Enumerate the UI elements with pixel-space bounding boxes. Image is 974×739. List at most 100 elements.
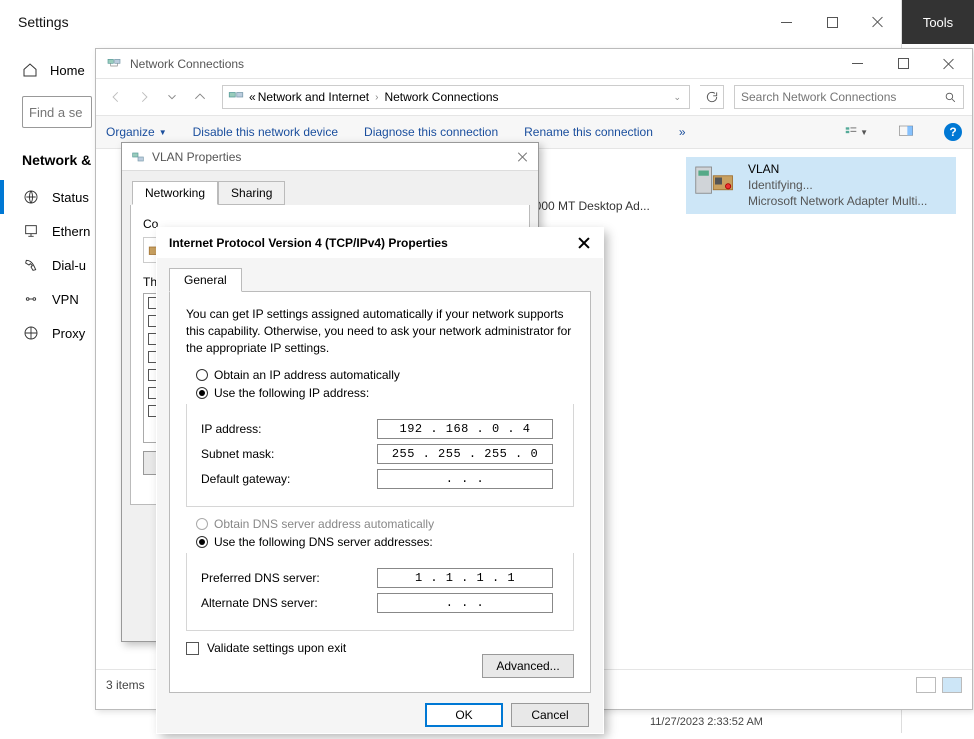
vlan-tab-sharing[interactable]: Sharing	[218, 181, 285, 205]
taskbar-fragment: 11/27/2023 2:33:52 AM	[590, 711, 974, 733]
advanced-button[interactable]: Advanced...	[482, 654, 574, 678]
refresh-button[interactable]	[700, 85, 724, 109]
preferred-dns-input[interactable]: 1 . 1 . 1 . 1	[377, 568, 553, 588]
radio-use-static-dns[interactable]: Use the following DNS server addresses:	[196, 535, 574, 549]
settings-search-input[interactable]	[29, 105, 85, 120]
settings-heading: Network &	[22, 152, 96, 168]
breadcrumb-seg-2[interactable]: Network Connections	[384, 90, 498, 104]
subnet-mask-input[interactable]: 255 . 255 . 255 . 0	[377, 444, 553, 464]
toolbar-organize[interactable]: Organize▼	[106, 125, 167, 139]
home-icon	[22, 62, 38, 78]
dns-group: Preferred DNS server: 1 . 1 . 1 . 1 Alte…	[186, 553, 574, 631]
sidebar-item-proxy[interactable]: Proxy	[0, 316, 96, 350]
default-gateway-input[interactable]: . . .	[377, 469, 553, 489]
nav-recent-button[interactable]	[160, 85, 184, 109]
radio-obtain-ip-auto[interactable]: Obtain an IP address automatically	[196, 368, 574, 382]
ip-address-label: IP address:	[201, 422, 377, 436]
explorer-minimize-button[interactable]	[834, 49, 880, 79]
adapter-name: VLAN	[748, 161, 927, 177]
dialup-icon	[22, 256, 40, 274]
nav-back-button[interactable]	[104, 85, 128, 109]
status-item-count: 3 items	[106, 678, 145, 692]
toolbar-view-dropdown[interactable]: ▼	[844, 122, 868, 142]
ipv4-frame: You can get IP settings assigned automat…	[169, 291, 591, 693]
close-button[interactable]	[855, 0, 901, 44]
ipv4-close-button[interactable]	[575, 234, 593, 252]
vlan-tab-networking[interactable]: Networking	[132, 181, 218, 205]
ip-group: IP address: 192 . 168 . 0 . 4 Subnet mas…	[186, 404, 574, 507]
breadcrumb-icon	[227, 88, 245, 106]
view-icons-button[interactable]	[942, 677, 962, 693]
explorer-search[interactable]	[734, 85, 964, 109]
chevron-down-icon: ▼	[159, 128, 167, 137]
sidebar-item-label: VPN	[52, 292, 79, 307]
explorer-titlebar: Network Connections	[96, 49, 972, 79]
breadcrumb[interactable]: « Network and Internet › Network Connect…	[222, 85, 690, 109]
tools-tab[interactable]: Tools	[902, 0, 974, 44]
view-details-button[interactable]	[916, 677, 936, 693]
maximize-button[interactable]	[809, 0, 855, 44]
toolbar-rename[interactable]: Rename this connection	[524, 125, 653, 139]
radio-use-static-ip[interactable]: Use the following IP address:	[196, 386, 574, 400]
adapter-vlan[interactable]: VLAN Identifying... Microsoft Network Ad…	[686, 157, 956, 214]
ethernet-icon	[22, 222, 40, 240]
network-icon	[130, 149, 146, 165]
toolbar-preview-pane[interactable]	[894, 122, 918, 142]
chevron-right-icon: ›	[375, 92, 378, 103]
vlan-titlebar: VLAN Properties	[122, 143, 538, 171]
search-icon	[944, 91, 957, 104]
sidebar-item-label: Dial-u	[52, 258, 86, 273]
breadcrumb-dropdown[interactable]: ⌄	[673, 92, 681, 103]
toolbar-diagnose[interactable]: Diagnose this connection	[364, 125, 498, 139]
minimize-button[interactable]	[763, 0, 809, 44]
default-gateway-label: Default gateway:	[201, 472, 377, 486]
ipv4-description: You can get IP settings assigned automat…	[186, 306, 574, 356]
validate-checkbox[interactable]	[186, 642, 199, 655]
ipv4-tab-general[interactable]: General	[169, 268, 242, 292]
alternate-dns-label: Alternate DNS server:	[201, 596, 377, 610]
explorer-title-text: Network Connections	[130, 57, 244, 71]
sidebar-item-vpn[interactable]: VPN	[0, 282, 96, 316]
vlan-title-text: VLAN Properties	[152, 150, 241, 164]
explorer-search-input[interactable]	[741, 90, 938, 104]
sidebar-item-ethernet[interactable]: Ethern	[0, 214, 96, 248]
ok-button[interactable]: OK	[425, 703, 503, 727]
help-button[interactable]: ?	[944, 123, 962, 141]
explorer-close-button[interactable]	[926, 49, 972, 79]
explorer-maximize-button[interactable]	[880, 49, 926, 79]
toolbar-disable-device[interactable]: Disable this network device	[193, 125, 338, 139]
ipv4-titlebar: Internet Protocol Version 4 (TCP/IPv4) P…	[157, 228, 603, 258]
explorer-navbar: « Network and Internet › Network Connect…	[96, 79, 972, 115]
toolbar-more[interactable]: »	[679, 125, 686, 139]
radio-icon	[196, 518, 208, 530]
ipv4-properties-dialog: Internet Protocol Version 4 (TCP/IPv4) P…	[157, 228, 603, 733]
settings-search[interactable]	[22, 96, 92, 128]
preferred-dns-label: Preferred DNS server:	[201, 571, 377, 585]
vpn-icon	[22, 290, 40, 308]
proxy-icon	[22, 324, 40, 342]
sidebar-item-label: Proxy	[52, 326, 85, 341]
breadcrumb-pre: «	[249, 90, 256, 104]
alternate-dns-input[interactable]: . . .	[377, 593, 553, 613]
sidebar-home[interactable]: Home	[0, 54, 96, 86]
sidebar-item-dialup[interactable]: Dial-u	[0, 248, 96, 282]
settings-title: Settings	[18, 14, 69, 30]
settings-sidebar: Home Network & Status Ethern Dial-u VPN	[0, 44, 96, 733]
sidebar-item-label: Ethern	[52, 224, 90, 239]
breadcrumb-seg-1[interactable]: Network and Internet	[258, 90, 369, 104]
adapter-status: Identifying...	[748, 177, 927, 193]
nav-up-button[interactable]	[188, 85, 212, 109]
vlan-close-button[interactable]	[514, 148, 532, 166]
sidebar-item-label: Status	[52, 190, 89, 205]
subnet-mask-label: Subnet mask:	[201, 447, 377, 461]
cancel-button[interactable]: Cancel	[511, 703, 589, 727]
adapter-icon	[692, 161, 738, 201]
radio-icon	[196, 536, 208, 548]
ip-address-input[interactable]: 192 . 168 . 0 . 4	[377, 419, 553, 439]
ipv4-title-text: Internet Protocol Version 4 (TCP/IPv4) P…	[169, 236, 448, 250]
radio-obtain-dns-auto: Obtain DNS server address automatically	[196, 517, 574, 531]
radio-icon	[196, 387, 208, 399]
sidebar-item-status[interactable]: Status	[0, 180, 96, 214]
window-controls	[763, 0, 901, 44]
nav-forward-button[interactable]	[132, 85, 156, 109]
